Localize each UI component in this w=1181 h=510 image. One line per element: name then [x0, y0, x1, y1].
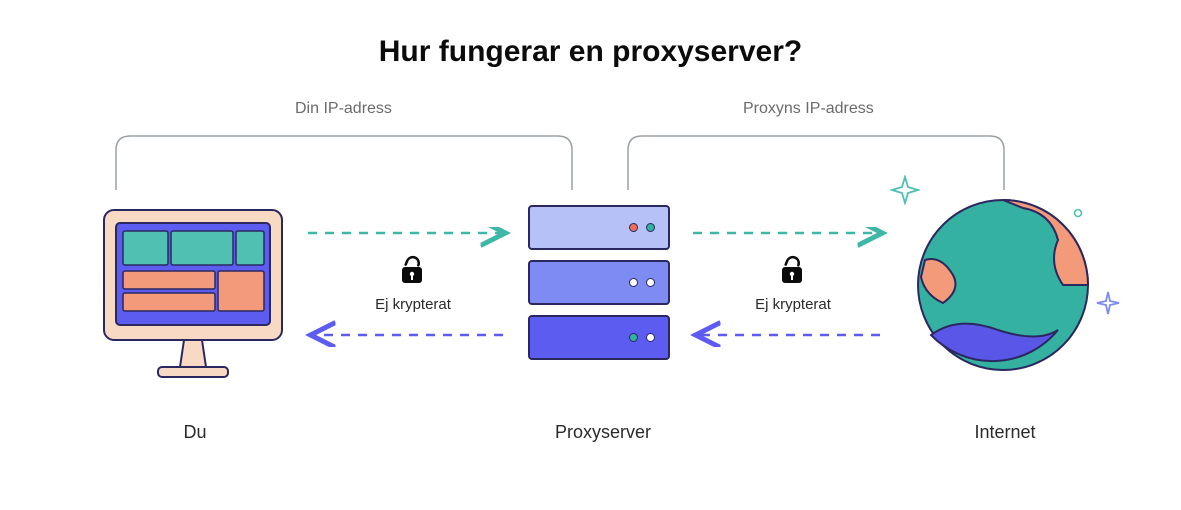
your-ip-label: Din IP-adress: [295, 100, 392, 118]
you-label: Du: [155, 422, 235, 443]
dot-icon: [1073, 208, 1083, 218]
server-unit-3: [528, 315, 670, 360]
not-encrypted-label: Ej krypterat: [338, 296, 488, 313]
sparkle-icon: [1095, 290, 1121, 316]
led-icon: [629, 278, 638, 287]
diagram-title: Hur fungerar en proxyserver?: [0, 35, 1181, 69]
led-icon: [629, 223, 638, 232]
bracket-left: [108, 128, 588, 198]
server-stack-icon: [528, 205, 670, 370]
sparkle-icon: [890, 175, 920, 205]
diagram-stage: Din IP-adress Proxyns IP-adress: [0, 100, 1181, 460]
led-icon: [646, 333, 655, 342]
not-encrypted-right: Ej krypterat: [718, 253, 868, 313]
internet-label: Internet: [965, 422, 1045, 443]
led-icon: [629, 333, 638, 342]
server-unit-2: [528, 260, 670, 305]
proxy-ip-label: Proxyns IP-adress: [743, 100, 874, 118]
not-encrypted-left: Ej krypterat: [338, 253, 488, 313]
led-icon: [646, 278, 655, 287]
computer-monitor-icon: [98, 192, 298, 392]
not-encrypted-label: Ej krypterat: [718, 296, 868, 313]
led-icon: [646, 223, 655, 232]
server-unit-1: [528, 205, 670, 250]
unlocked-padlock-icon: [396, 253, 430, 292]
unlocked-padlock-icon: [776, 253, 810, 292]
proxy-label: Proxyserver: [548, 422, 658, 443]
